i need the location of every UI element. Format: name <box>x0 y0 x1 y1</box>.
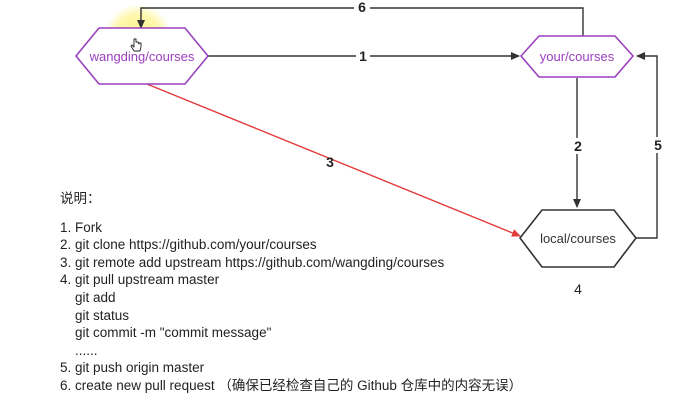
note-line: 6. create new pull request （确保已经检查自己的 Gi… <box>60 377 523 393</box>
note-line: 3. git remote add upstream https://githu… <box>60 254 445 270</box>
upstream-repo-label: wangding/courses <box>89 49 195 64</box>
arrow-5-label: 5 <box>654 137 662 153</box>
note-line: 4. git pull upstream master <box>60 272 220 288</box>
note-line: 1. Fork <box>60 219 103 235</box>
notes-title: 说明： <box>60 191 101 206</box>
local-repo-label: local/courses <box>540 231 616 246</box>
note-line: git commit -m "commit message" <box>60 325 272 341</box>
notes-panel: 说明： 1. Fork 2. git clone https://github.… <box>60 190 522 395</box>
step-4-label: 4 <box>574 281 582 297</box>
arrow-3-label: 3 <box>326 154 334 170</box>
arrow-6-label: 6 <box>358 0 366 15</box>
note-line: git status <box>60 307 130 323</box>
note-line: ...... <box>60 342 98 358</box>
note-line: 2. git clone https://github.com/your/cou… <box>60 237 317 253</box>
arrow-2-label: 2 <box>574 138 582 154</box>
note-line: 5. git push origin master <box>60 360 205 376</box>
arrow-1-label: 1 <box>359 48 367 64</box>
fork-repo-label: your/courses <box>540 49 615 64</box>
note-line: git add <box>60 289 116 305</box>
